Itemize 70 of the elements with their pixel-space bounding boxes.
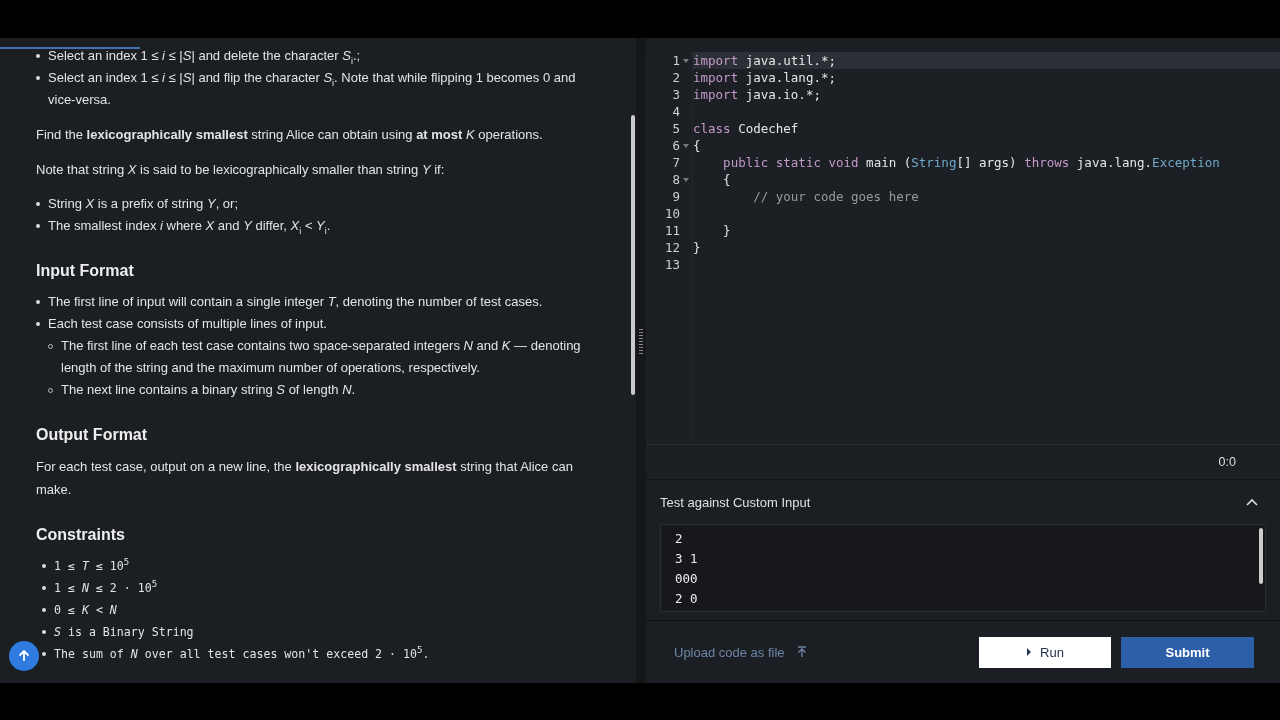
line-number: 2 bbox=[672, 69, 680, 86]
paragraph: For each test case, output on a new line, the lexicographically smallest string that Alice can make. bbox=[36, 458, 574, 499]
section-heading: Constraints bbox=[36, 526, 126, 544]
code-line: { bbox=[693, 138, 701, 153]
bullet-icon bbox=[42, 586, 46, 590]
paragraph: Find the lexicographically smallest string Alice can obtain using at most K operations. bbox=[36, 126, 544, 144]
line-number: 5 bbox=[672, 120, 680, 137]
list-item: The first line of input will contain a single integer T, denoting the number of test cases. bbox=[48, 294, 543, 309]
line-number: 12 bbox=[664, 239, 680, 256]
line-number: 8 bbox=[672, 171, 680, 188]
code-line: import java.io.*; bbox=[693, 87, 821, 102]
scroll-top-button[interactable] bbox=[9, 641, 39, 671]
bullet-icon bbox=[36, 322, 40, 326]
code-line: { bbox=[722, 172, 731, 187]
chevron-icon[interactable] bbox=[1246, 498, 1258, 506]
line-number: 4 bbox=[672, 103, 680, 120]
resize-handle[interactable] bbox=[639, 328, 643, 355]
list-item: String X is a prefix of string Y, or; bbox=[48, 196, 239, 211]
line-number: 10 bbox=[664, 205, 680, 222]
line-number: 9 bbox=[672, 188, 680, 205]
bullet-icon bbox=[42, 630, 46, 634]
paragraph: Note that string X is said to be lexicographically smaller than string Y if: bbox=[36, 161, 446, 179]
code-editor[interactable]: 1 2 3 4 5 6 7 8 9 10 11 12 13 import java.util.*; import java.lang.*; import java.io.*; class Codechef { public static void main (String[] args) throws java.lang.Exception { // your code goes here } } bbox=[646, 52, 1280, 445]
cursor-position: 0:0 bbox=[1218, 455, 1236, 469]
upload-link[interactable]: Upload code as file bbox=[674, 644, 809, 660]
scrollbar[interactable] bbox=[631, 115, 635, 395]
list-item: The smallest index i where X and Y differ, X$_{i}$ < Y$_{i}$. bbox=[48, 218, 331, 233]
list-item: Each test case consists of multiple lines of input. bbox=[48, 316, 327, 331]
line-number: 6 bbox=[672, 137, 680, 154]
list-item: The sum of N over all test cases won't exceed 2 · 10$^{5}$. bbox=[54, 647, 430, 661]
section-heading: Input Format bbox=[36, 262, 135, 280]
fold-icon[interactable] bbox=[683, 144, 689, 148]
code-line: // your code goes here bbox=[752, 189, 919, 204]
play-icon bbox=[1026, 648, 1033, 656]
run-button[interactable]: Run bbox=[979, 636, 1111, 668]
line-number: 13 bbox=[664, 256, 680, 273]
input-field[interactable]: 2 3 1 000 2 0 bbox=[660, 524, 1266, 612]
line-number: 11 bbox=[664, 222, 680, 239]
code-line: import java.lang.*; bbox=[693, 70, 836, 85]
fold-icon[interactable] bbox=[683, 178, 689, 182]
section-title: Test against Custom Input bbox=[660, 494, 811, 510]
section-heading: Output Format bbox=[36, 426, 149, 444]
line-number: 3 bbox=[672, 86, 680, 103]
list-item: Select an index 1 ≤ i ≤ |S| and delete the character S$_{i}$.; bbox=[48, 48, 361, 63]
list-item: 1 ≤ N ≤ 2 · 10$^{5}$ bbox=[54, 581, 158, 595]
bullet-icon bbox=[36, 54, 40, 58]
line-number: 1 bbox=[672, 52, 680, 69]
list-item: 0 ≤ K < N bbox=[54, 603, 117, 617]
bullet-icon bbox=[36, 224, 40, 228]
code-line: } bbox=[722, 223, 731, 238]
bullet-icon bbox=[36, 76, 40, 80]
bullet-icon bbox=[42, 608, 46, 612]
list-item: Select an index 1 ≤ i ≤ |S| and flip the character S$_{i}$. Note that while flipping 1 becomes 0 and vice-versa. bbox=[48, 70, 576, 107]
bullet-icon bbox=[36, 202, 40, 206]
bullet-icon bbox=[42, 564, 46, 568]
bullet-icon bbox=[42, 652, 46, 656]
code-line: class Codechef bbox=[693, 121, 799, 136]
bullet-icon bbox=[36, 300, 40, 304]
list-item: S is a Binary String bbox=[54, 625, 194, 639]
submit-button[interactable]: Submit bbox=[1121, 636, 1254, 668]
code-line: } bbox=[693, 240, 701, 255]
list-item: The next line contains a binary string S of length N. bbox=[61, 381, 357, 399]
list-item: The first line of each test case contains two space-separated integers N and K — denoting length of the string and the maximum number of operations, respectively. bbox=[61, 337, 582, 377]
fold-icon[interactable] bbox=[683, 59, 689, 63]
line-number: 7 bbox=[672, 154, 680, 171]
list-item: 1 ≤ T ≤ 10$^{5}$ bbox=[54, 559, 130, 573]
code-line: import java.util.*; bbox=[693, 53, 836, 68]
code-line: public static void main (String[] args) throws java.lang.Exception bbox=[722, 155, 1220, 170]
arrow-up-icon bbox=[17, 649, 31, 663]
scrollbar[interactable] bbox=[1259, 528, 1263, 584]
